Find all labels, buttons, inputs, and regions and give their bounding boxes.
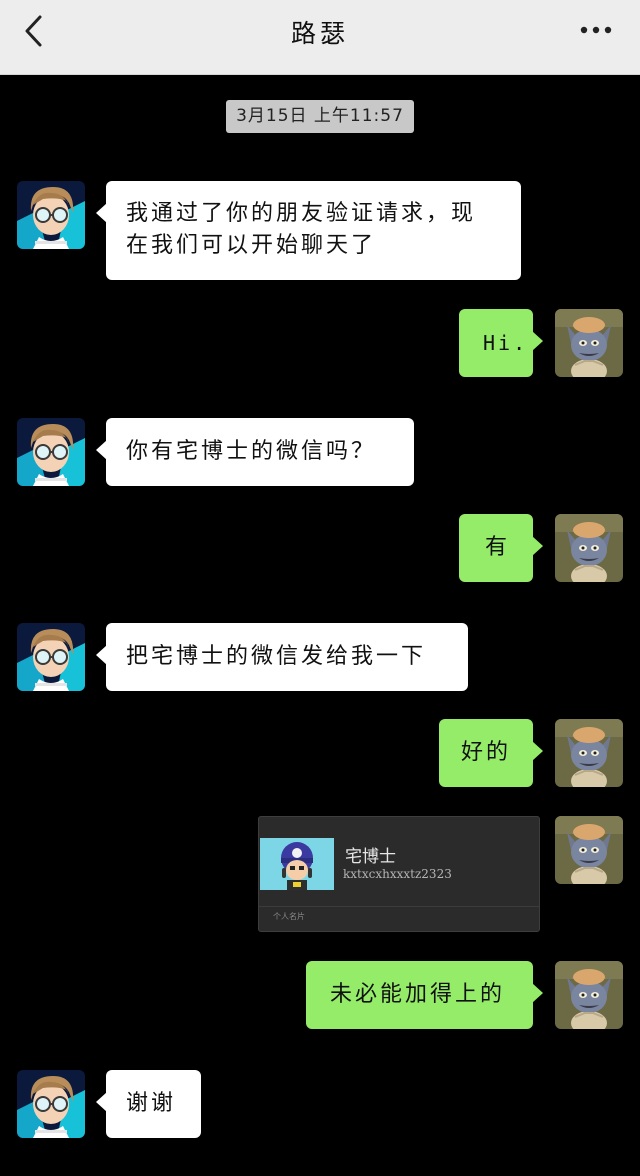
outgoing-message-bubble[interactable]: Hi. (459, 309, 543, 377)
outgoing-message-bubble[interactable]: 未必能加得上的 (306, 961, 543, 1029)
contact-avatar[interactable] (17, 1070, 85, 1138)
contact-avatar[interactable] (17, 181, 85, 249)
incoming-message-bubble[interactable]: 我通过了你的朋友验证请求，现 在我们可以开始聊天了 (96, 181, 521, 280)
message-text-line: 你有宅博士的微信吗？ (126, 439, 377, 464)
message-text-line: 在我们可以开始聊天了 (126, 233, 377, 258)
message-text-line: 谢谢 (126, 1091, 177, 1116)
message-text-line: 把宅博士的微信发给我一下 (126, 644, 427, 669)
outgoing-message-bubble[interactable]: 好的 (439, 719, 543, 787)
message-text-line: 未必能加得上的 (330, 982, 506, 1007)
outgoing-message-bubble[interactable]: 有 (459, 514, 543, 582)
message-timestamp: 3月15日 上午11:57 (226, 100, 414, 133)
chat-title: 路瑟 (290, 19, 349, 48)
my-avatar[interactable] (555, 514, 623, 582)
more-options-button[interactable] (576, 18, 616, 42)
more-dots-icon (580, 26, 612, 34)
contact-avatar[interactable] (17, 418, 85, 486)
card-contact-avatar (260, 838, 334, 890)
my-avatar[interactable] (555, 816, 623, 884)
my-avatar[interactable] (555, 961, 623, 1029)
my-avatar[interactable] (555, 309, 623, 377)
message-text-line: 有 (485, 535, 511, 560)
chat-header: 路瑟 (0, 0, 640, 75)
message-text-line: 好的 (461, 740, 512, 765)
card-contact-name: 宅博士 (345, 847, 396, 867)
card-divider (259, 906, 539, 907)
incoming-message-bubble[interactable]: 你有宅博士的微信吗？ (96, 418, 414, 486)
contact-card[interactable]: 宅博士 kxtxcxhxxxtz2323 个人名片 (258, 816, 540, 932)
incoming-message-bubble[interactable]: 谢谢 (96, 1070, 201, 1138)
contact-avatar[interactable] (17, 623, 85, 691)
my-avatar[interactable] (555, 719, 623, 787)
message-text-line: Hi. (483, 331, 529, 355)
card-footer-label: 个人名片 (273, 912, 305, 921)
message-text-line: 我通过了你的朋友验证请求，现 (126, 201, 477, 226)
card-contact-id: kxtxcxhxxxtz2323 (343, 867, 452, 881)
incoming-message-bubble[interactable]: 把宅博士的微信发给我一下 (96, 623, 468, 691)
